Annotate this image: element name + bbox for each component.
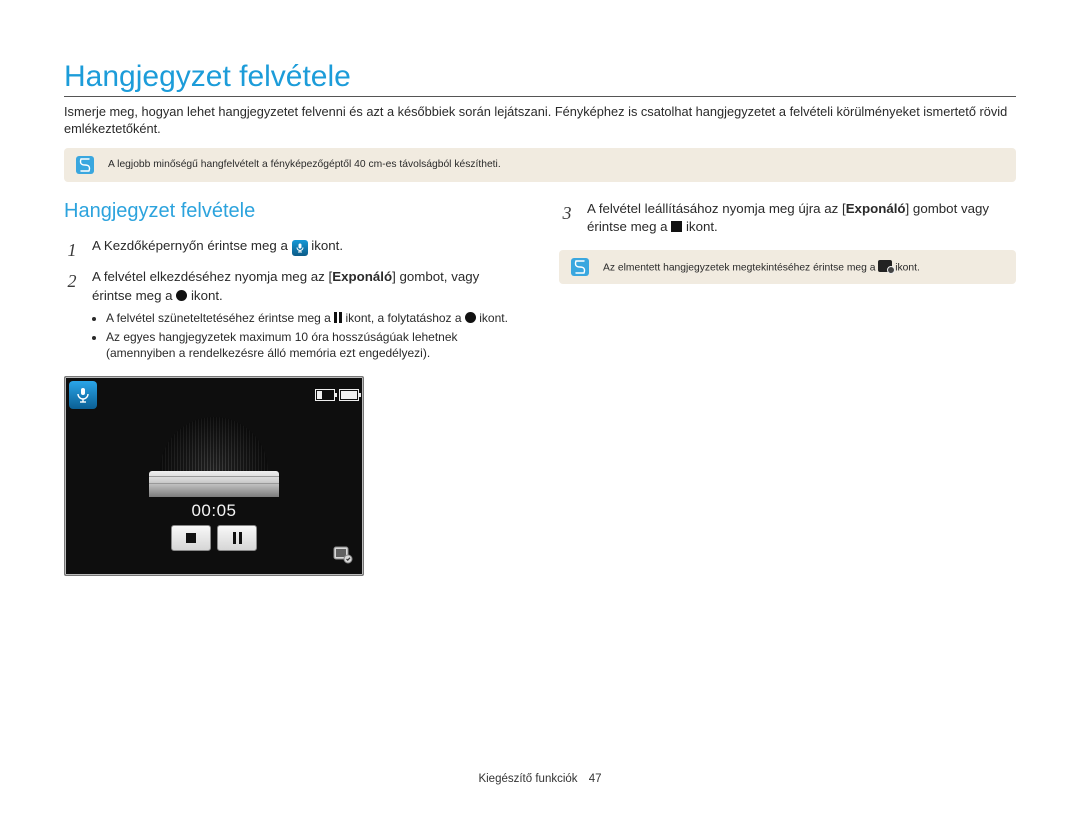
step-number-2: 2	[64, 268, 80, 305]
microphone-head-illustration	[160, 417, 268, 471]
mic-mode-icon	[69, 381, 97, 409]
voice-memo-app-icon	[292, 240, 308, 256]
step-2-sublist: A felvétel szüneteltetéséhez érintse meg…	[64, 311, 521, 361]
tip-text-2: Az elmentett hangjegyzetek megtekintéséh…	[603, 260, 920, 275]
pause-icon	[334, 312, 342, 323]
microphone-body-illustration	[149, 471, 279, 497]
battery-full-icon	[339, 389, 359, 401]
tip-note-1: A legjobb minőségű hangfelvételt a fényk…	[64, 148, 1016, 182]
footer-page-number: 47	[589, 773, 602, 785]
tip-note-2: Az elmentett hangjegyzetek megtekintéséh…	[559, 250, 1016, 284]
record-dot-icon	[465, 312, 476, 323]
record-dot-icon	[176, 290, 187, 301]
step-2-sub-2: Az egyes hangjegyzetek maximum 10 óra ho…	[106, 330, 521, 362]
right-column: 3 A felvétel leállításához nyomja meg új…	[559, 200, 1016, 576]
screen-album-button[interactable]	[329, 541, 357, 569]
step-3-text: A felvétel leállításához nyomja meg újra…	[587, 200, 1016, 237]
footer-section-name: Kiegészítő funkciók	[478, 773, 577, 785]
manual-page: Hangjegyzet felvétele Ismerje meg, hogya…	[0, 0, 1080, 815]
tip-icon	[571, 258, 589, 276]
stop-icon	[671, 221, 682, 232]
recorder-screen: 00:05	[64, 376, 364, 576]
screen-stop-button[interactable]	[171, 525, 211, 551]
album-icon	[878, 260, 892, 272]
two-column-layout: Hangjegyzet felvétele 1 A Kezdőképernyőn…	[64, 200, 1016, 576]
screen-pause-button[interactable]	[217, 525, 257, 551]
step-2: 2 A felvétel elkezdéséhez nyomja meg az …	[64, 268, 521, 305]
tip-icon	[76, 156, 94, 174]
step-1-text: A Kezdőképernyőn érintse meg a ikont.	[92, 237, 521, 263]
recording-timer: 00:05	[191, 501, 236, 521]
section-heading: Hangjegyzet felvétele	[64, 200, 521, 223]
step-1: 1 A Kezdőképernyőn érintse meg a ikont.	[64, 237, 521, 263]
screen-controls	[171, 525, 257, 551]
storage-icon	[315, 389, 335, 401]
left-column: Hangjegyzet felvétele 1 A Kezdőképernyőn…	[64, 200, 521, 576]
battery-indicators	[315, 389, 359, 401]
page-footer: Kiegészítő funkciók 47	[0, 773, 1080, 785]
step-number-1: 1	[64, 237, 80, 263]
step-2-text: A felvétel elkezdéséhez nyomja meg az [E…	[92, 268, 521, 305]
intro-paragraph: Ismerje meg, hogyan lehet hangjegyzetet …	[64, 103, 1016, 138]
tip-text-1: A legjobb minőségű hangfelvételt a fényk…	[108, 158, 501, 171]
step-number-3: 3	[559, 200, 575, 237]
step-3: 3 A felvétel leállításához nyomja meg új…	[559, 200, 1016, 237]
screen-topbar	[69, 381, 359, 409]
page-title: Hangjegyzet felvétele	[64, 60, 1016, 97]
step-2-sub-1: A felvétel szüneteltetéséhez érintse meg…	[106, 311, 521, 327]
